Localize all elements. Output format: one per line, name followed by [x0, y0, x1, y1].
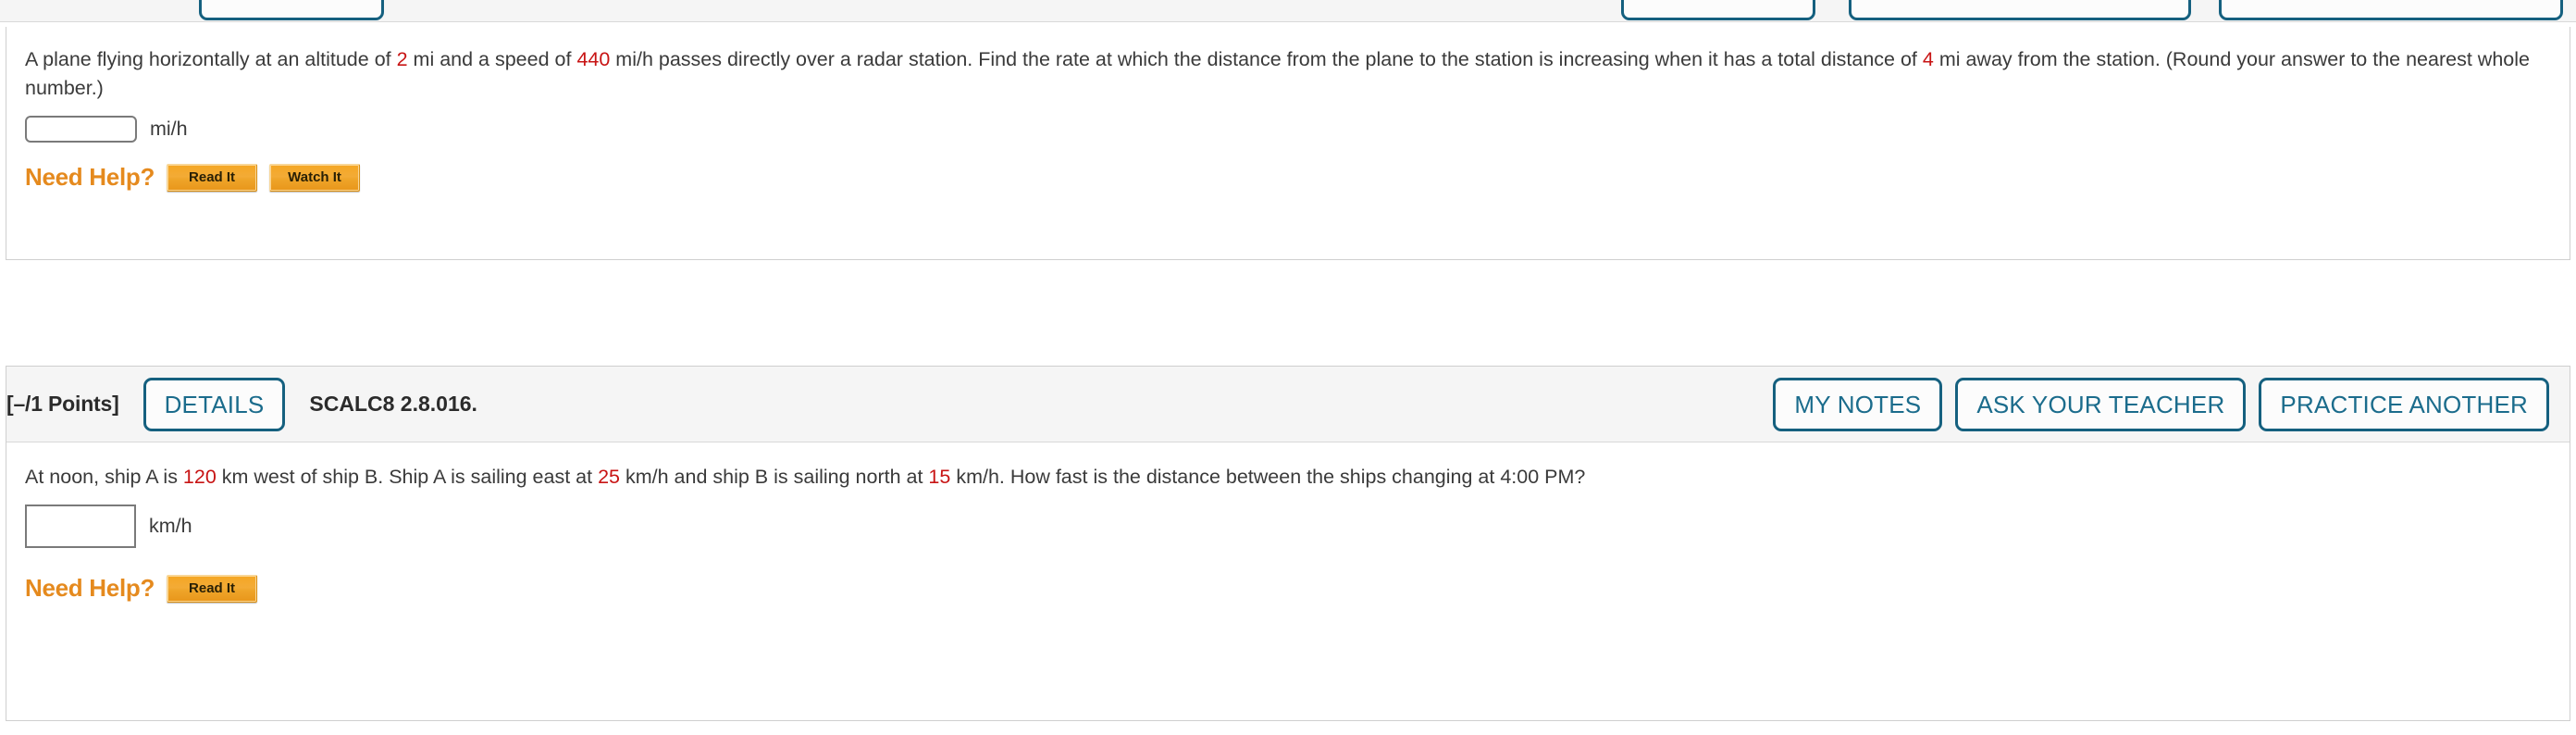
details-button-stub[interactable]	[199, 0, 384, 20]
practice-another-button[interactable]: PRACTICE ANOTHER	[2259, 377, 2549, 431]
question-value-distance: 4	[1922, 48, 1934, 70]
problem-card-plane-radar: A plane flying horizontally at an altitu…	[6, 27, 2570, 260]
problem-header-left: [–/1 Points] DETAILS SCALC8 2.8.016.	[6, 377, 1773, 431]
question-value-speed-a: 25	[598, 466, 620, 488]
answer-row-plane-radar: mi/h	[25, 116, 2551, 143]
assignment-page: A plane flying horizontally at an altitu…	[0, 0, 2576, 735]
question-seg: At noon, ship A is	[25, 466, 183, 488]
problem-body-plane-radar: A plane flying horizontally at an altitu…	[6, 27, 2570, 216]
ask-your-teacher-button[interactable]: ASK YOUR TEACHER	[1955, 377, 2247, 431]
answer-unit-ships: km/h	[149, 515, 192, 538]
answer-input-plane-radar[interactable]	[25, 116, 137, 143]
question-text-plane-radar: A plane flying horizontally at an altitu…	[25, 45, 2551, 103]
previous-problem-header-strip	[0, 0, 2576, 22]
question-text-ships: At noon, ship A is 120 km west of ship B…	[25, 463, 2551, 492]
points-badge: [–/1 Points]	[6, 392, 119, 416]
practice-another-button-stub[interactable]	[2219, 0, 2563, 20]
answer-row-ships: km/h	[25, 505, 2551, 549]
question-seg: km west of ship B. Ship A is sailing eas…	[216, 466, 599, 488]
problem-card-ships: [–/1 Points] DETAILS SCALC8 2.8.016. MY …	[6, 366, 2570, 721]
question-seg: km/h. How fast is the distance between t…	[950, 466, 1586, 488]
answer-unit-plane-radar: mi/h	[150, 118, 188, 141]
need-help-row-plane-radar: Need Help? Read It Watch It	[25, 163, 2551, 192]
need-help-label: Need Help?	[25, 163, 155, 192]
problem-header-ships: [–/1 Points] DETAILS SCALC8 2.8.016. MY …	[6, 367, 2570, 442]
ask-your-teacher-button-stub[interactable]	[1849, 0, 2191, 20]
answer-input-ships[interactable]	[25, 505, 136, 549]
my-notes-button[interactable]: MY NOTES	[1773, 377, 1943, 431]
my-notes-button-stub[interactable]	[1621, 0, 1815, 20]
question-value-altitude: 2	[396, 48, 408, 70]
question-seg: A plane flying horizontally at an altitu…	[25, 48, 397, 70]
problem-header-right: MY NOTES ASK YOUR TEACHER PRACTICE ANOTH…	[1773, 377, 2549, 431]
question-seg: mi/h passes directly over a radar statio…	[610, 48, 1923, 70]
card-gap	[0, 260, 2576, 366]
read-it-button[interactable]: Read It	[167, 163, 258, 192]
question-value-speed-b: 15	[928, 466, 951, 488]
watch-it-button[interactable]: Watch It	[269, 163, 361, 192]
question-seg: km/h and ship B is sailing north at	[620, 466, 929, 488]
read-it-button[interactable]: Read It	[167, 574, 258, 603]
question-code: SCALC8 2.8.016.	[309, 392, 477, 416]
need-help-label: Need Help?	[25, 574, 155, 603]
question-seg: mi and a speed of	[407, 48, 577, 70]
need-help-row-ships: Need Help? Read It	[25, 574, 2551, 603]
problem-body-ships: At noon, ship A is 120 km west of ship B…	[6, 442, 2570, 627]
details-button[interactable]: DETAILS	[142, 377, 286, 431]
question-value-separation: 120	[182, 466, 217, 488]
question-value-speed: 440	[576, 48, 611, 70]
